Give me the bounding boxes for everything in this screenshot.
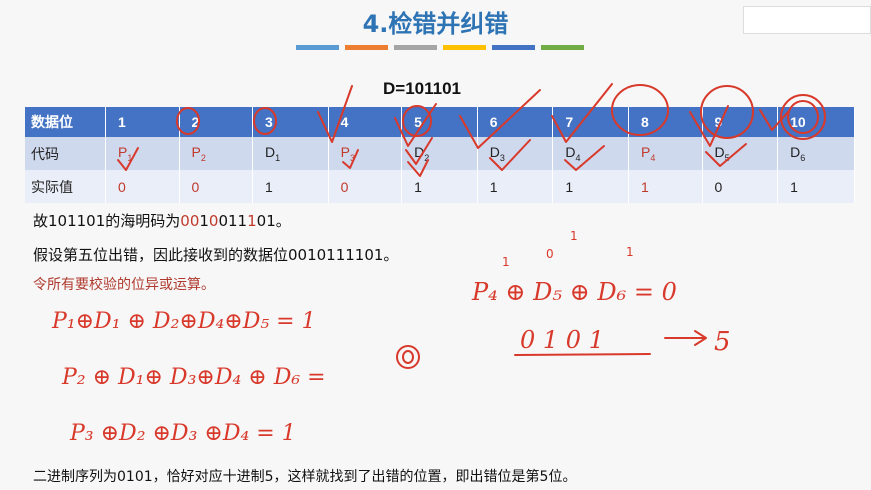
hamming-code-digit: 1: [266, 212, 276, 230]
actual-value-cell: 1: [628, 170, 703, 203]
code-letter: P: [640, 144, 651, 161]
code-letter: D: [489, 144, 500, 161]
position-cell: 3: [252, 107, 329, 137]
code-subscript: 2: [200, 152, 206, 163]
title-color-bar: [296, 45, 584, 50]
hamming-code-value: 0010011101: [180, 212, 275, 230]
conclusion-line: 二进制序列为0101，恰好对应十进制5，这样就找到了出错的位置，即出错位是第5位…: [33, 469, 577, 485]
hamming-code-digit: 0: [189, 212, 200, 230]
handwritten-binary: 0 1 0 1: [520, 326, 604, 354]
position-cell: 10: [777, 107, 855, 137]
code-cell: D1: [252, 137, 329, 170]
actual-value-cell: 0: [328, 170, 403, 203]
hamming-code-digit: 0: [218, 212, 228, 230]
code-letter: P: [118, 144, 128, 161]
row-header-codes: 代码: [25, 137, 106, 170]
code-subscript: 2: [424, 152, 430, 163]
color-bar-segment-1: [296, 45, 339, 50]
circle-mark: [402, 350, 414, 364]
table-row-actual: 实际值 0010111101: [25, 170, 855, 203]
code-cell: P4: [628, 137, 703, 170]
hamming-code-digit: 1: [237, 212, 248, 230]
code-cell: P2: [179, 137, 254, 170]
code-cell: P1: [105, 137, 180, 170]
code-subscript: 3: [499, 152, 505, 163]
code-cell: D5: [702, 137, 779, 170]
handwritten-equation-1: P₁⊕D₁ ⊕ D₂⊕D₄⊕D₅ = 1: [51, 309, 316, 334]
color-bar-segment-5: [492, 45, 535, 50]
position-cell: 7: [552, 107, 629, 137]
code-letter: D: [414, 144, 425, 161]
handwritten-bit: 1: [570, 229, 578, 243]
code-letter: D: [714, 144, 725, 161]
hamming-code-prefix: 故101101的海明码为: [33, 212, 181, 230]
position-cell: 4: [328, 107, 403, 137]
position-cell: 1: [105, 107, 180, 137]
overlay-box: [743, 6, 871, 34]
actual-value-cell: 1: [477, 170, 554, 203]
actual-value-cell: 0: [702, 170, 779, 203]
handwritten-equation-2: P₂ ⊕ D₁⊕ D₃⊕D₄ ⊕ D₆ =: [61, 365, 326, 390]
hamming-code-line: 故101101的海明码为0010011101。: [33, 210, 291, 231]
hamming-code-digit: 1: [247, 212, 257, 230]
actual-value-cell: 0: [179, 170, 254, 203]
code-letter: D: [265, 144, 276, 161]
code-cell: D4: [552, 137, 629, 170]
hamming-table: 数据位 1 2 3 4 5 6 7 8 9 10 代码 P1 P2 D1 P3 D2 D3 D4 P4 D5 D6 …: [25, 107, 855, 203]
actual-value-cell: 1: [252, 170, 329, 203]
code-cell: D6: [777, 137, 855, 170]
position-cell: 5: [401, 107, 478, 137]
hamming-code-digit: 1: [228, 212, 238, 230]
position-cell: 2: [179, 107, 254, 137]
table-row-codes: 代码 P1 P2 D1 P3 D2 D3 D4 P4 D5 D6: [25, 137, 855, 170]
code-letter: D: [565, 144, 576, 161]
code-subscript: 4: [650, 152, 656, 163]
arrow-mark: [664, 330, 707, 346]
assumption-line: 假设第五位出错，因此接收到的数据位0010111101。: [33, 246, 399, 264]
code-subscript: 5: [724, 152, 730, 163]
handwritten-bit: 1: [626, 245, 634, 259]
code-cell: D3: [477, 137, 554, 170]
color-bar-segment-3: [394, 45, 437, 50]
data-value-label: D=101101: [383, 79, 461, 98]
hamming-code-digit: 1: [199, 212, 209, 230]
position-cell: 6: [477, 107, 554, 137]
handwritten-equation-3: P₃ ⊕D₂ ⊕D₃ ⊕D₄ = 1: [69, 421, 296, 446]
page-title: 4.检错并纠错: [362, 10, 509, 38]
code-subscript: 1: [275, 152, 281, 163]
code-letter: P: [340, 144, 350, 161]
circle-mark: [396, 345, 420, 369]
code-subscript: 4: [575, 152, 581, 163]
color-bar-segment-2: [345, 45, 388, 50]
handwritten-equation-4: P₄ ⊕ D₅ ⊕ D₆ = 0: [471, 278, 677, 306]
code-letter: P: [191, 144, 201, 161]
actual-value-cell: 1: [401, 170, 478, 203]
color-bar-segment-4: [443, 45, 486, 50]
hamming-code-digit: 0: [180, 212, 190, 230]
hamming-code-suffix: 。: [275, 212, 291, 230]
code-letter: D: [790, 144, 801, 161]
actual-value-cell: 0: [105, 170, 180, 203]
color-bar-segment-6: [541, 45, 584, 50]
handwritten-decimal: 5: [714, 327, 731, 357]
actual-value-cell: 1: [552, 170, 629, 203]
handwritten-bit: 0: [546, 247, 554, 261]
code-subscript: 1: [127, 152, 133, 163]
code-subscript: 6: [800, 152, 806, 163]
handwritten-bit: 1: [502, 255, 510, 269]
row-header-positions: 数据位: [25, 107, 106, 137]
code-cell: P3: [328, 137, 403, 170]
code-subscript: 3: [349, 152, 355, 163]
actual-value-cell: 1: [777, 170, 855, 203]
instruction-line: 令所有要校验的位异或运算。: [33, 277, 215, 293]
hamming-code-digit: 0: [256, 212, 267, 230]
row-header-actual: 实际值: [25, 170, 106, 203]
underline-mark: [514, 353, 651, 356]
code-cell: D2: [401, 137, 478, 170]
position-cell: 9: [702, 107, 779, 137]
table-row-positions: 数据位 1 2 3 4 5 6 7 8 9 10: [25, 107, 855, 137]
position-cell: 8: [628, 107, 703, 137]
